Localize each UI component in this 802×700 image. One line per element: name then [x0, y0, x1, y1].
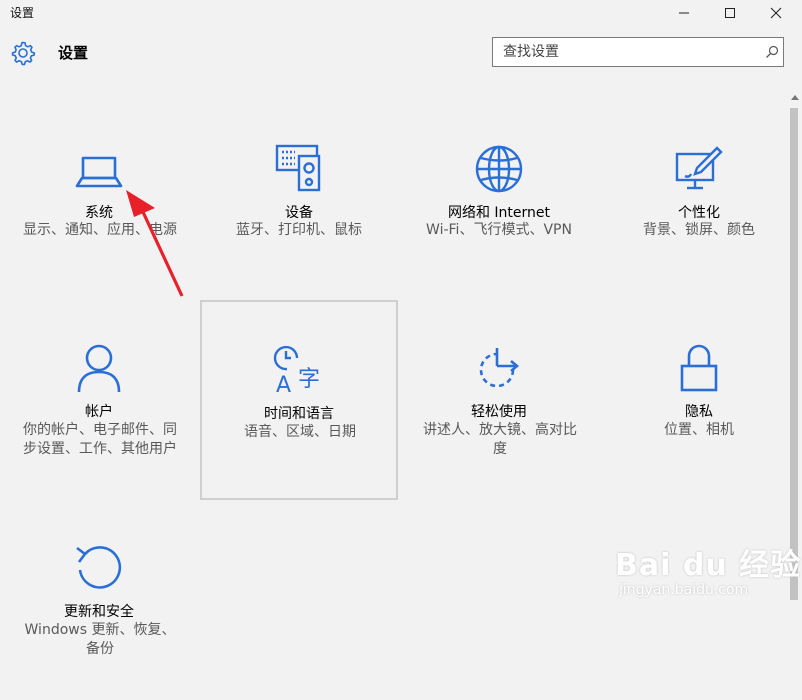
gear-icon [11, 41, 36, 66]
tile-description: 你的帐户、电子邮件、同步设置、工作、其他用户 [23, 422, 177, 457]
lock-icon [673, 342, 725, 394]
tile-label: 个性化 [678, 205, 720, 221]
tile-description: 背景、锁屏、颜色 [643, 222, 755, 238]
tile-label: 网络和 Internet [447, 205, 551, 221]
person-icon [73, 342, 125, 394]
scroll-up-button[interactable] [787, 90, 802, 104]
tile-label: 帐户 [85, 404, 113, 420]
tile-label: 时间和语言 [264, 406, 334, 422]
minimize-button[interactable] [661, 0, 707, 26]
tile-update-security[interactable]: 更新和安全 Windows 更新、恢复、备份 [0, 500, 198, 700]
watermark-url: jingyan.baidu.com [619, 582, 749, 598]
watermark-brand: Bai du 经验 [615, 548, 802, 583]
tile-description: Wi-Fi、飞行模式、VPN [426, 222, 572, 238]
close-button[interactable] [753, 0, 799, 26]
tile-description: 蓝牙、打印机、鼠标 [236, 222, 362, 238]
ease-of-access-icon [473, 342, 525, 394]
window-title: 设置 [10, 6, 35, 20]
paint-icon [673, 144, 725, 196]
minimize-icon [679, 12, 689, 14]
tile-accounts[interactable]: 帐户 你的帐户、电子邮件、同步设置、工作、其他用户 [0, 300, 198, 500]
title-bar: 设置 [0, 0, 802, 26]
tile-description: 讲述人、放大镜、高对比度 [423, 422, 577, 457]
laptop-icon [73, 146, 125, 198]
svg-text:A: A [276, 373, 291, 396]
search-icon[interactable] [765, 45, 779, 59]
maximize-icon [725, 8, 735, 18]
tile-time-language[interactable]: A 字 时间和语言 语音、区域、日期 [200, 300, 398, 500]
tile-label: 设备 [285, 205, 313, 221]
tile-ease-of-access[interactable]: 轻松使用 讲述人、放大镜、高对比度 [400, 300, 598, 500]
svg-text:字: 字 [298, 367, 320, 392]
tile-description: 位置、相机 [664, 422, 734, 438]
tile-description: 显示、通知、应用、电源 [23, 222, 177, 238]
tile-label: 更新和安全 [64, 604, 134, 620]
maximize-button[interactable] [707, 0, 753, 26]
tile-description: 语音、区域、日期 [244, 424, 356, 440]
tile-label: 轻松使用 [471, 404, 527, 420]
tile-privacy[interactable]: 隐私 位置、相机 [600, 300, 798, 500]
close-icon [770, 7, 782, 19]
chevron-up-icon [790, 94, 799, 100]
watermark: Bai du 经验 jingyan.baidu.com [615, 540, 801, 598]
settings-header: 设置 [0, 26, 802, 86]
page-title: 设置 [58, 44, 89, 62]
search-input[interactable] [492, 37, 784, 67]
globe-icon [473, 143, 525, 195]
scrollbar-thumb[interactable] [790, 108, 798, 600]
tile-label: 隐私 [685, 404, 713, 420]
time-language-icon: A 字 [273, 344, 325, 396]
tile-label: 系统 [85, 205, 113, 221]
refresh-icon [73, 542, 125, 594]
devices-icon [273, 142, 325, 194]
